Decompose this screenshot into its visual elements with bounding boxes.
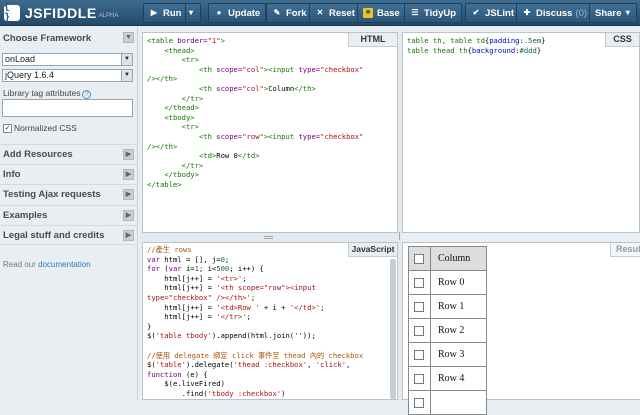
row-cell: Row 1 [430, 294, 487, 319]
chevron-down-icon: ▾ [189, 8, 194, 17]
library-select[interactable]: jQuery 1.6.4 ▼ [2, 69, 133, 82]
jsfiddle-logo[interactable]: { } JSFIDDLE ALPHA [4, 2, 119, 24]
html-panel[interactable]: HTML <table border="1"> <thead> <tr> <th… [142, 32, 398, 233]
row-cell: Row 3 [430, 342, 487, 367]
grip-icon [264, 236, 273, 239]
expand-arrow-icon[interactable]: ▶ [123, 149, 134, 160]
row-cell: Row 2 [430, 318, 487, 343]
result-table: Column Row 0 Row 1 Row 2 Row 3 Row 4 [408, 246, 487, 415]
tidyup-button[interactable]: ☰ TidyUp [404, 3, 463, 23]
chevron-down-icon: ▼ [121, 70, 132, 81]
html-panel-label: HTML [348, 33, 397, 47]
header-checkbox[interactable] [414, 253, 424, 264]
javascript-panel-label: JavaScript [348, 243, 397, 257]
run-button[interactable]: ▶ Run [143, 3, 188, 23]
row-checkbox[interactable] [414, 277, 424, 288]
table-row: Row 3 [408, 342, 487, 367]
update-button[interactable]: ● Update [208, 3, 267, 23]
list-icon: ☰ [411, 8, 419, 17]
grip-icon [399, 232, 401, 240]
update-icon: ● [216, 8, 222, 17]
chevron-down-icon: ▼ [121, 54, 132, 65]
logo-alpha: ALPHA [98, 13, 119, 19]
row-checkbox[interactable] [414, 373, 424, 384]
normalized-css-checkbox[interactable]: ✓ [3, 124, 12, 134]
row-cell: Row 4 [430, 366, 487, 391]
js-scrollbar[interactable] [390, 259, 396, 399]
collapse-arrow-icon[interactable]: ▼ [123, 32, 134, 43]
table-row [408, 390, 487, 415]
table-row: Row 0 [408, 270, 487, 295]
onload-select[interactable]: onLoad ▼ [2, 53, 133, 66]
horizontal-splitter[interactable] [140, 233, 398, 242]
row-cell [430, 390, 487, 415]
library-tag-label: Library tag attributes? [3, 88, 92, 99]
header-checkbox-cell [408, 246, 431, 271]
section-legal[interactable]: Legal stuff and credits ▶ [0, 225, 138, 245]
table-row: Row 4 [408, 366, 487, 391]
html-editor[interactable]: <table border="1"> <thead> <tr> <th scop… [143, 33, 397, 193]
expand-arrow-icon[interactable]: ▶ [123, 189, 134, 200]
close-icon: ✕ [316, 8, 324, 17]
table-row: Row 2 [408, 318, 487, 343]
discuss-icon: ✚ [523, 8, 531, 17]
discuss-button[interactable]: ✚ Discuss (0) [516, 3, 594, 23]
row-checkbox[interactable] [414, 349, 424, 360]
chevron-down-icon: ▾ [625, 8, 630, 17]
table-header-row: Column [408, 246, 487, 271]
choose-framework-heading[interactable]: Choose Framework ▼ [0, 28, 138, 48]
expand-arrow-icon[interactable]: ▶ [123, 169, 134, 180]
column-header: Column [430, 246, 487, 271]
base-button[interactable]: ■ Base [357, 3, 406, 23]
javascript-editor[interactable]: //產生 rows var html = [], j=0; for (var i… [143, 243, 397, 399]
css-panel[interactable]: CSS table th, table td{padding:.5em} tab… [402, 32, 640, 233]
top-toolbar: { } JSFIDDLE ALPHA ▶ Run ▾ ● Update ✎ Fork … [0, 0, 640, 26]
section-info[interactable]: Info ▶ [0, 164, 138, 184]
fork-button[interactable]: ✎ Fork [266, 3, 313, 23]
row-checkbox-cell [408, 366, 431, 391]
row-checkbox[interactable] [414, 397, 424, 408]
row-checkbox[interactable] [414, 325, 424, 336]
row-checkbox[interactable] [414, 301, 424, 312]
sidebar: Choose Framework ▼ onLoad ▼ jQuery 1.6.4 ▼ … [0, 26, 138, 400]
row-checkbox-cell [408, 318, 431, 343]
jslint-button[interactable]: ✔ JSLint [465, 3, 521, 23]
expand-arrow-icon[interactable]: ▶ [123, 210, 134, 221]
section-testing-ajax[interactable]: Testing Ajax requests ▶ [0, 184, 138, 204]
row-checkbox-cell [408, 270, 431, 295]
reset-button[interactable]: ✕ Reset [309, 3, 361, 23]
library-tag-input[interactable] [2, 99, 133, 117]
css-editor[interactable]: table th, table td{padding:.5em} table t… [403, 33, 639, 58]
table-row: Row 1 [408, 294, 487, 319]
result-panel-label: Resul [610, 243, 640, 257]
row-checkbox-cell [408, 342, 431, 367]
pencil-icon: ✎ [273, 8, 281, 17]
share-button[interactable]: Share ▾ [589, 3, 637, 23]
play-icon: ▶ [150, 8, 158, 17]
help-icon[interactable]: ? [82, 90, 92, 99]
logo-text: JSFIDDLE [25, 5, 97, 21]
row-checkbox-cell [408, 294, 431, 319]
documentation-link[interactable]: documentation [38, 260, 90, 269]
check-icon: ✔ [472, 8, 480, 17]
section-examples[interactable]: Examples ▶ [0, 205, 138, 225]
read-documentation: Read our documentation [3, 260, 91, 269]
section-add-resources[interactable]: Add Resources ▶ [0, 144, 138, 164]
row-cell: Row 0 [430, 270, 487, 295]
row-checkbox-cell [408, 390, 431, 415]
expand-arrow-icon[interactable]: ▶ [123, 230, 134, 241]
base-icon: ■ [363, 8, 373, 18]
normalized-css-option[interactable]: ✓ Normalized CSS [3, 123, 77, 134]
logo-icon: { } [4, 2, 20, 24]
javascript-panel[interactable]: JavaScript //產生 rows var html = [], j=0;… [142, 242, 398, 400]
css-panel-label: CSS [605, 33, 639, 47]
run-options-button[interactable]: ▾ [185, 3, 201, 23]
